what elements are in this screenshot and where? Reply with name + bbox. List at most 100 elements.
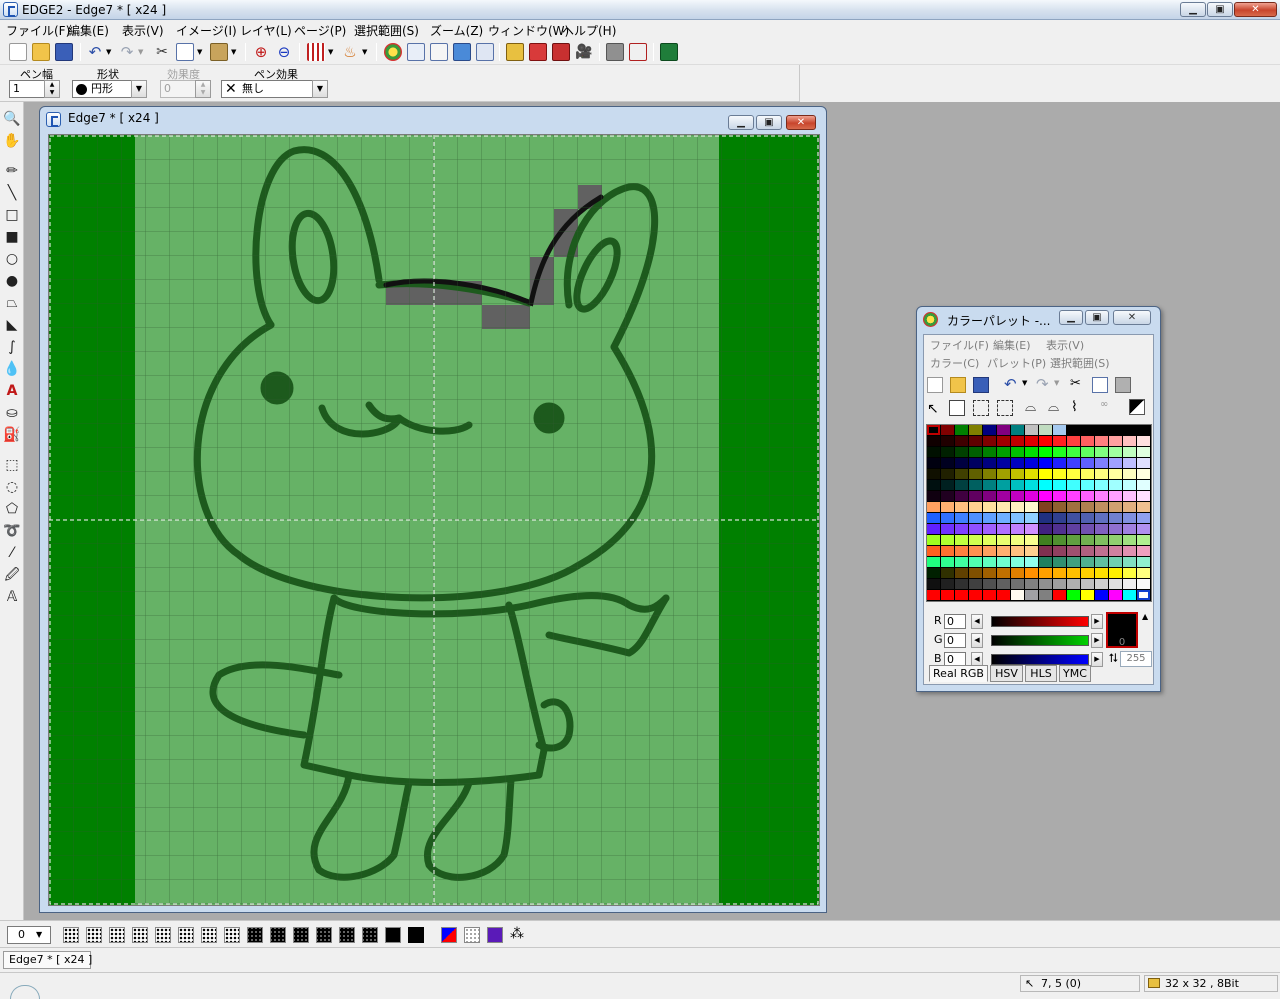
color-swatch[interactable]: [1039, 524, 1052, 534]
menu-page[interactable]: ページ(P): [294, 22, 346, 39]
color-swatch-grid[interactable]: [926, 424, 1152, 602]
b-right-arrow[interactable]: ▶: [1091, 652, 1103, 667]
open-folder-icon[interactable]: [32, 43, 50, 61]
minimize-button[interactable]: ▁: [1180, 2, 1206, 17]
color-swatch[interactable]: [927, 491, 940, 501]
color-swatch[interactable]: [1025, 535, 1038, 545]
color-swatch[interactable]: [955, 458, 968, 468]
color-swatch[interactable]: [997, 524, 1010, 534]
pixel-canvas-svg[interactable]: [49, 135, 819, 905]
color-swatch[interactable]: [983, 458, 996, 468]
color-swatch[interactable]: [983, 425, 996, 435]
color-swatch[interactable]: [955, 590, 968, 600]
color-swatch[interactable]: [1025, 513, 1038, 523]
color-swatch[interactable]: [1039, 502, 1052, 512]
color-swatch[interactable]: [1081, 469, 1094, 479]
palette-range-select-icon[interactable]: [973, 400, 989, 416]
color-swatch[interactable]: [1137, 524, 1150, 534]
dither-pattern-swatch[interactable]: [339, 927, 355, 943]
script-icon[interactable]: [606, 43, 624, 61]
color-swatch[interactable]: [1123, 535, 1136, 545]
color-swatch[interactable]: [1011, 590, 1024, 600]
edge-app-icon[interactable]: [3, 2, 18, 17]
color-swatch[interactable]: [941, 568, 954, 578]
pen-width-spinner[interactable]: ▲ ▼: [44, 80, 60, 98]
color-swatch[interactable]: [1109, 480, 1122, 490]
color-swatch[interactable]: [1137, 568, 1150, 578]
color-swatch[interactable]: [927, 502, 940, 512]
palette-redo-icon[interactable]: ↷: [1036, 375, 1049, 393]
color-swatch[interactable]: [1095, 557, 1108, 567]
color-swatch[interactable]: [1039, 480, 1052, 490]
color-swatch[interactable]: [1039, 546, 1052, 556]
palette-bw-icon[interactable]: [1129, 399, 1145, 415]
palette-cut-icon[interactable]: ✂: [1070, 376, 1081, 391]
color-swatch[interactable]: [1011, 436, 1024, 446]
color-swatch[interactable]: [1067, 590, 1080, 600]
color-swatch[interactable]: [955, 557, 968, 567]
color-swatch[interactable]: [1053, 590, 1066, 600]
color-swatch[interactable]: [941, 546, 954, 556]
color-swatch[interactable]: [983, 535, 996, 545]
color-swatch[interactable]: [997, 546, 1010, 556]
color-swatch[interactable]: [1011, 447, 1024, 457]
color-swatch[interactable]: [969, 436, 982, 446]
color-swatch[interactable]: [1067, 524, 1080, 534]
dither-pattern-swatch[interactable]: [316, 927, 332, 943]
zoom-out-icon[interactable]: ⊖: [275, 43, 293, 61]
color-swatch[interactable]: [969, 535, 982, 545]
color-swatch[interactable]: [983, 546, 996, 556]
color-swatch[interactable]: [1067, 557, 1080, 567]
alpha-value-input[interactable]: 255: [1120, 651, 1152, 667]
current-color-swatch[interactable]: 0: [1106, 612, 1138, 648]
color-swatch[interactable]: [1011, 568, 1024, 578]
color-swatch[interactable]: [1123, 557, 1136, 567]
color-swatch[interactable]: [1123, 513, 1136, 523]
palette-menu-palette[interactable]: パレット(P): [987, 355, 1046, 371]
info-window-icon[interactable]: [476, 43, 494, 61]
color-swatch[interactable]: [1081, 491, 1094, 501]
color-swatch[interactable]: [1067, 491, 1080, 501]
color-swatch[interactable]: [1109, 458, 1122, 468]
color-swatch[interactable]: [955, 469, 968, 479]
palette-maximize-button[interactable]: ▣: [1085, 310, 1109, 325]
color-palette-icon[interactable]: [384, 43, 402, 61]
color-swatch[interactable]: [1053, 513, 1066, 523]
doc-minimize-button[interactable]: ▁: [728, 115, 754, 130]
text-tool-icon[interactable]: A: [3, 382, 21, 400]
color-swatch[interactable]: [1137, 590, 1150, 600]
color-swatch[interactable]: [1095, 469, 1108, 479]
color-swatch[interactable]: [983, 469, 996, 479]
ellipse-select-tool-icon[interactable]: ◌: [3, 478, 21, 496]
color-swatch[interactable]: [1053, 535, 1066, 545]
color-swatch[interactable]: [969, 579, 982, 589]
color-swatch[interactable]: [955, 568, 968, 578]
redo-dropdown-icon[interactable]: ▼: [138, 43, 146, 61]
palette-gradient2-icon[interactable]: ⌓: [1048, 399, 1059, 415]
doc-close-button[interactable]: ✕: [786, 115, 816, 130]
polygon-select-tool-icon[interactable]: ⬠: [3, 500, 21, 518]
color-swatch[interactable]: [997, 458, 1010, 468]
color-swatch[interactable]: [1025, 557, 1038, 567]
color-swatch[interactable]: [1053, 469, 1066, 479]
color-swatch[interactable]: [1081, 546, 1094, 556]
filled-rectangle-tool-icon[interactable]: ■: [3, 228, 21, 246]
color-swatch[interactable]: [1109, 568, 1122, 578]
color-swatch[interactable]: [955, 535, 968, 545]
palette-menu-file[interactable]: ファイル(F): [930, 337, 989, 353]
doc-maximize-button[interactable]: ▣: [756, 115, 782, 130]
r-slider[interactable]: [991, 616, 1089, 627]
color-swatch[interactable]: [955, 491, 968, 501]
palette-close-button[interactable]: ✕: [1113, 310, 1151, 325]
rect-select-tool-icon[interactable]: ⬚: [3, 456, 21, 474]
color-swatch[interactable]: [1053, 491, 1066, 501]
color-swatch[interactable]: [997, 436, 1010, 446]
color-swatch[interactable]: [1011, 535, 1024, 545]
color-swatch[interactable]: [997, 480, 1010, 490]
shape-dropdown-icon[interactable]: ▼: [131, 80, 147, 98]
color-swatch[interactable]: [1053, 557, 1066, 567]
color-swatch[interactable]: [941, 480, 954, 490]
color-swatch[interactable]: [1053, 502, 1066, 512]
color-swatch[interactable]: [1081, 557, 1094, 567]
document-tab[interactable]: Edge7 * [ x24 ]: [3, 951, 92, 969]
